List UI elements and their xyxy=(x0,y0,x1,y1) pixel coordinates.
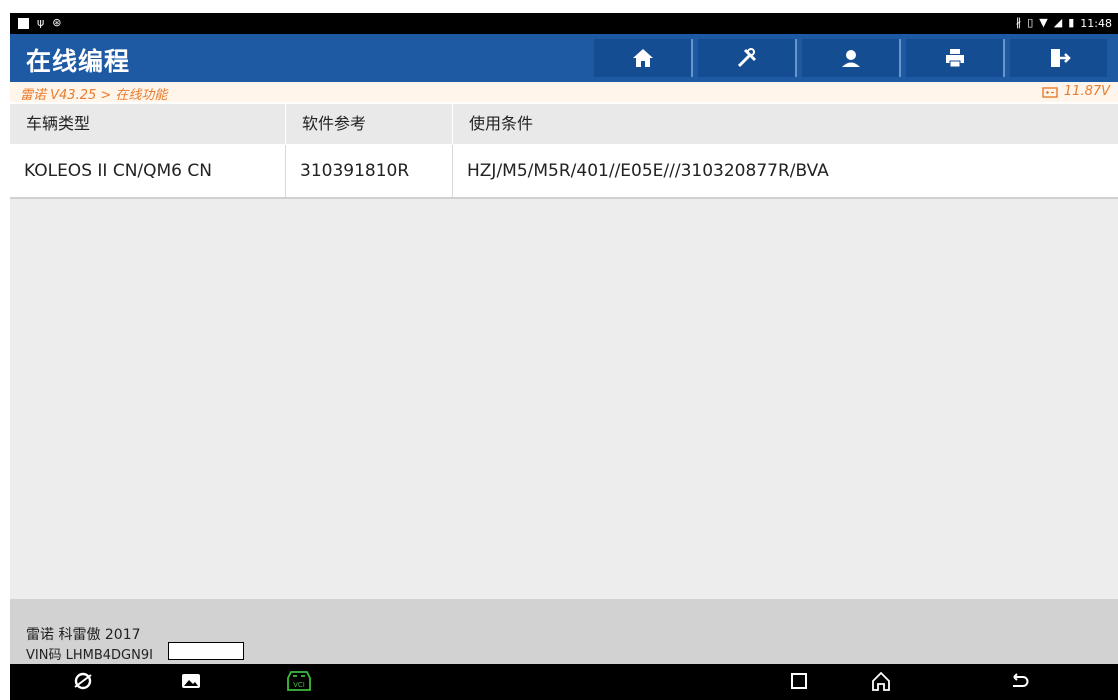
home-button[interactable] xyxy=(594,39,693,77)
cell-conditions: HZJ/M5/M5R/401//E05E///310320877R/BVA xyxy=(467,161,829,181)
voltage-value: 11.87V xyxy=(1063,84,1110,99)
gallery-icon xyxy=(182,674,200,688)
vin-label: VIN码 LHMB4DGN9I xyxy=(26,648,153,663)
status-time: 11:48 xyxy=(1080,16,1112,30)
browser-icon xyxy=(74,672,92,690)
app-frame: ψ ⊛ ∦ ▯ ▼ ◢ ▮ 11:48 在线编程 雷诺 V43.25 > 在线功… xyxy=(10,0,1118,700)
system-nav-bar: VCI xyxy=(10,664,1118,700)
column-header-software-ref: 软件参考 xyxy=(286,104,453,144)
browser-button[interactable] xyxy=(72,670,94,696)
status-right: ∦ ▯ ▼ ◢ ▮ 11:48 xyxy=(1016,16,1112,30)
signal-icon: ◢ xyxy=(1053,16,1063,29)
column-header-vehicle-type: 车辆类型 xyxy=(10,104,286,144)
vehicle-info: 雷诺 科雷傲 2017 xyxy=(26,627,141,643)
table-row[interactable]: KOLEOS II CN/QM6 CN 310391810R HZJ/M5/M5… xyxy=(10,145,1118,199)
battery-icon: ▮ xyxy=(1068,16,1075,29)
bug-icon: ⊛ xyxy=(52,16,62,29)
status-left: ψ ⊛ xyxy=(18,16,61,30)
empty-list-area xyxy=(10,199,1118,599)
breadcrumb: 雷诺 V43.25 > 在线功能 xyxy=(20,88,168,103)
tools-button[interactable] xyxy=(698,39,797,77)
usb-icon: ψ xyxy=(37,16,45,29)
recents-icon xyxy=(791,673,807,689)
image-icon xyxy=(18,17,29,29)
svg-text:VCI: VCI xyxy=(293,681,305,689)
cell-software-ref: 310391810R xyxy=(286,145,453,197)
bluetooth-icon: ∦ xyxy=(1015,16,1022,29)
header-bar: 在线编程 xyxy=(10,34,1118,82)
wifi-icon: ▼ xyxy=(1039,16,1048,29)
battery-voltage-icon xyxy=(1042,86,1058,98)
home-nav-button[interactable] xyxy=(870,670,892,696)
column-header-conditions: 使用条件 xyxy=(469,114,534,133)
back-icon xyxy=(1013,673,1029,687)
vci-icon: VCI xyxy=(287,671,311,691)
recents-button[interactable] xyxy=(788,670,810,696)
voltage-indicator: 11.87V xyxy=(1042,84,1110,99)
exit-icon xyxy=(1050,49,1071,67)
status-bar: ψ ⊛ ∦ ▯ ▼ ◢ ▮ 11:48 xyxy=(10,13,1118,34)
vin-redaction xyxy=(168,642,244,660)
print-icon xyxy=(945,49,964,68)
cell-vehicle-type: KOLEOS II CN/QM6 CN xyxy=(10,145,286,197)
vibrate-icon: ▯ xyxy=(1027,16,1034,29)
vci-button[interactable]: VCI xyxy=(286,670,312,696)
tools-icon xyxy=(737,48,756,68)
table-header: 车辆类型 软件参考 使用条件 xyxy=(10,104,1118,144)
home-nav-icon xyxy=(872,671,890,691)
home-icon xyxy=(632,49,653,67)
breadcrumb-bar: 雷诺 V43.25 > 在线功能 11.87V xyxy=(10,82,1118,103)
print-button[interactable] xyxy=(906,39,1005,77)
support-icon xyxy=(841,50,860,67)
page-title: 在线编程 xyxy=(26,47,131,76)
back-button[interactable] xyxy=(1008,670,1030,696)
exit-button[interactable] xyxy=(1010,39,1107,77)
support-button[interactable] xyxy=(802,39,901,77)
gallery-button[interactable] xyxy=(180,670,202,696)
footer-info: 雷诺 科雷傲 2017 VIN码 LHMB4DGN9I xyxy=(10,599,1118,664)
